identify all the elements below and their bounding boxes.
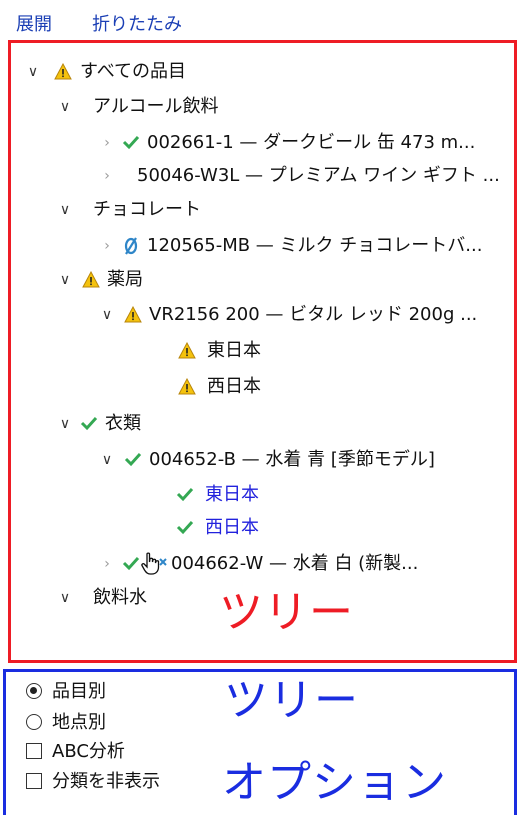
tree-node-label: アルコール飲料 (93, 96, 219, 117)
tree-node-label: 飲料水 (93, 587, 147, 608)
chevron-right-icon[interactable]: › (99, 161, 115, 191)
tree-node-vita-red[interactable]: ∨ VR2156 200 — ビタル レッド 200g ... (99, 300, 514, 330)
option-label: 地点別 (52, 712, 106, 733)
options-caption-line1: ツリー (224, 675, 359, 726)
option-label: ABC分析 (52, 741, 125, 762)
tree-options: 品目別 地点別 ABC分析 分類を非表示 ツリー オプション (3, 669, 517, 815)
tree-node-label: 東日本 (205, 484, 259, 505)
tree-node-label: すべての品目 (80, 61, 187, 82)
chevron-down-icon[interactable]: ∨ (57, 195, 73, 225)
tree-node-label: 004662-W — 水着 白 (新製... (171, 553, 419, 574)
tree-node-label: 004652-B — 水着 青 [季節モデル] (149, 449, 435, 470)
tree-node-pharmacy[interactable]: ∨ 薬局 (57, 265, 507, 295)
tree-node-label: チョコレート (93, 199, 201, 220)
tree-node-clothing[interactable]: ∨ 衣類 (57, 409, 507, 439)
tree-node-label: 衣類 (105, 413, 141, 434)
tree-node-chocolate[interactable]: ∨ チョコレート (57, 195, 507, 225)
chevron-down-icon[interactable]: ∨ (57, 409, 73, 439)
checkbox[interactable] (26, 773, 42, 789)
tree-caption: ツリー (219, 587, 354, 638)
tree-node-label: 薬局 (107, 269, 143, 290)
tree-node-label: 西日本 (207, 376, 261, 397)
chevron-down-icon[interactable]: ∨ (99, 445, 115, 475)
check-icon (121, 549, 141, 579)
radio-button[interactable] (26, 714, 42, 730)
chevron-down-icon[interactable]: ∨ (25, 57, 41, 87)
tree-toolbar: 展開 折りたたみ (0, 0, 520, 38)
empty-set-icon (121, 231, 141, 261)
chevron-down-icon[interactable]: ∨ (57, 265, 73, 295)
tree-node-beer[interactable]: › 002661-1 — ダークビール 缶 473 m... (99, 128, 514, 158)
warning-icon (123, 300, 143, 330)
check-icon (123, 445, 143, 475)
warning-icon (177, 372, 197, 402)
tree-node-wine[interactable]: › 50046-W3L — プレミアム ワイン ギフト ... (99, 161, 514, 191)
tree-node-label: VR2156 200 — ビタル レッド 200g ... (149, 304, 478, 325)
check-icon (175, 480, 195, 510)
tree-node-label: 50046-W3L — プレミアム ワイン ギフト ... (137, 165, 500, 186)
chevron-down-icon[interactable]: ∨ (57, 92, 73, 122)
tree-node-swimsuit-white[interactable]: › 004662-W — 水着 白 (新製... (99, 549, 514, 579)
chevron-right-icon[interactable]: › (99, 128, 115, 158)
tree-node-all-items[interactable]: ∨ すべての品目 (25, 57, 505, 87)
checkbox[interactable] (26, 743, 42, 759)
hand-cursor-icon (139, 549, 160, 579)
chevron-down-icon[interactable]: ∨ (99, 300, 115, 330)
tree-node-label: 西日本 (205, 517, 259, 538)
chevron-down-icon[interactable]: ∨ (57, 583, 73, 613)
chevron-right-icon[interactable]: › (99, 549, 115, 579)
radio-button[interactable] (26, 683, 42, 699)
tree-node-east-japan[interactable]: 東日本 (175, 480, 375, 510)
tree-node-west-japan[interactable]: 西日本 (175, 513, 375, 543)
warning-icon (177, 336, 197, 366)
warning-icon (53, 57, 73, 87)
warning-icon (81, 265, 101, 295)
collapse-link[interactable]: 折りたたみ (92, 10, 182, 36)
check-icon (121, 128, 141, 158)
close-icon (157, 549, 169, 579)
options-caption-line2: オプション (222, 757, 447, 808)
option-label: 分類を非表示 (52, 771, 160, 792)
item-tree: ∨ すべての品目 ∨ アルコール飲料 › 002661-1 — ダークビール 缶… (8, 40, 517, 663)
check-icon (175, 513, 195, 543)
tree-node-alcohol[interactable]: ∨ アルコール飲料 (57, 92, 507, 122)
tree-node-swimsuit-blue[interactable]: ∨ 004652-B — 水着 青 [季節モデル] (99, 445, 514, 475)
tree-node-label: 東日本 (207, 340, 261, 361)
check-icon (79, 409, 99, 439)
tree-node-label: 002661-1 — ダークビール 缶 473 m... (147, 132, 476, 153)
radio-selected-dot (30, 687, 37, 694)
tree-node-milk-chocolate[interactable]: › 120565-MB — ミルク チョコレートバ... (99, 231, 514, 261)
tree-node-west-japan[interactable]: 西日本 (177, 372, 377, 402)
option-label: 品目別 (52, 681, 106, 702)
chevron-right-icon[interactable]: › (99, 231, 115, 261)
expand-link[interactable]: 展開 (16, 10, 52, 36)
tree-node-east-japan[interactable]: 東日本 (177, 336, 377, 366)
tree-node-label: 120565-MB — ミルク チョコレートバ... (147, 235, 483, 256)
